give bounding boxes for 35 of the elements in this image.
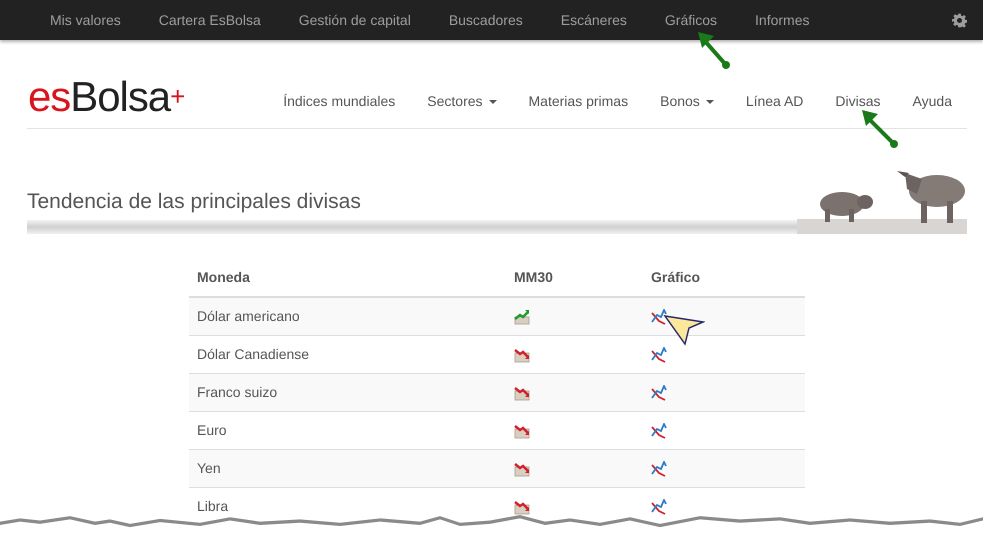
nav-link[interactable]: Buscadores (448, 10, 523, 30)
currency-name: Euro (197, 422, 227, 438)
column-header: Gráfico (651, 268, 700, 284)
dropdown-menu[interactable]: Sectores (427, 91, 497, 112)
nav-link[interactable]: Gestión de capital (298, 10, 411, 30)
chart-link-icon[interactable] (651, 308, 667, 324)
nav-link[interactable]: Escáneres (560, 10, 627, 30)
currency-name: Libra (197, 498, 228, 514)
settings-icon[interactable] (952, 12, 967, 28)
logo[interactable]: esBolsa$^{+}$ (27, 76, 184, 118)
annotation-arrow (696, 30, 732, 70)
nav-link[interactable]: Mis valores (50, 10, 121, 30)
nav-link[interactable]: Línea AD (746, 91, 804, 112)
chart-link-icon[interactable] (651, 460, 667, 476)
nav-link[interactable]: Informes (755, 10, 810, 30)
chart-link-icon[interactable] (651, 346, 667, 362)
dropdown-menu[interactable]: Bonos (660, 91, 714, 112)
page-title: Tendencia de las principales divisas (27, 189, 361, 215)
nav-link[interactable]: Cartera EsBolsa (158, 10, 261, 30)
column-header: MM30 (514, 268, 553, 284)
currency-name: Yen (197, 460, 221, 476)
chart-link-icon[interactable] (651, 498, 667, 514)
column-header: Moneda (197, 268, 250, 284)
nav-link[interactable]: Divisas (835, 91, 881, 112)
currency-name: Franco suizo (197, 384, 278, 400)
chart-link-icon[interactable] (651, 422, 667, 438)
annotation-arrow (860, 108, 900, 150)
currency-name: Dólar Canadiense (197, 346, 310, 362)
nav-link[interactable]: Materias primas (528, 91, 628, 112)
nav-link[interactable]: Índices mundiales (283, 91, 396, 112)
nav-link[interactable]: Gráficos (664, 10, 718, 30)
chart-link-icon[interactable] (651, 384, 667, 400)
nav-link[interactable]: Ayuda (912, 91, 952, 112)
pointer-icon (663, 314, 705, 346)
currency-name: Dólar americano (197, 308, 300, 324)
